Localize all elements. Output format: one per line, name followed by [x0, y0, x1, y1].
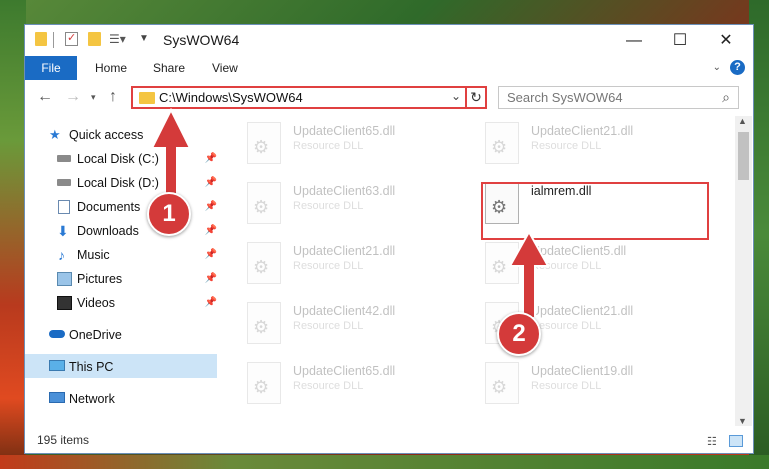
close-button[interactable]: ✕	[703, 25, 749, 56]
sidebar-item-network[interactable]: Network	[49, 388, 209, 410]
pictures-icon	[57, 272, 72, 286]
scroll-up-icon[interactable]: ▲	[738, 116, 747, 126]
recent-locations-icon[interactable]: ▾	[91, 92, 96, 103]
list-item[interactable]: ⚙ UpdateClient65.dll Resource DLL	[247, 356, 487, 410]
list-item[interactable]: ⚙ UpdateClient63.dll Resource DLL	[247, 176, 487, 230]
search-input[interactable]: Search SysWOW64 ⌕	[498, 86, 739, 109]
music-icon: ♪	[58, 247, 65, 263]
folder-icon	[139, 92, 155, 104]
search-placeholder: Search SysWOW64	[507, 90, 623, 105]
cloud-icon	[49, 330, 65, 338]
status-bar: 195 items ☷	[25, 429, 753, 453]
file-explorer-window: ✓ ☰▾ ▼ SysWOW64 — ☐ ✕ File Home Share Vi…	[24, 24, 754, 454]
forward-arrow-icon[interactable]: →	[65, 88, 81, 106]
pin-icon[interactable]: 📌	[205, 196, 217, 218]
customize-toolbar-icon[interactable]: ☰▾	[109, 32, 126, 48]
sidebar-item-videos[interactable]: Videos 📌	[57, 292, 217, 314]
vertical-scrollbar[interactable]: ▲ ▼	[735, 116, 752, 426]
dll-file-icon: ⚙	[247, 362, 281, 404]
navigation-bar: ← → ▾ ↑ C:\Windows\SysWOW64 ⌄ ↻ Search S…	[25, 80, 753, 116]
properties-icon[interactable]: ✓	[65, 32, 78, 46]
dll-file-icon: ⚙	[247, 122, 281, 164]
pin-icon[interactable]: 📌	[205, 244, 217, 266]
tab-share[interactable]: Share	[153, 56, 185, 80]
dll-file-icon: ⚙	[247, 242, 281, 284]
up-arrow-icon[interactable]: ↑	[109, 88, 117, 106]
sidebar-item-music[interactable]: ♪ Music 📌	[57, 244, 217, 266]
item-count: 195 items	[37, 433, 90, 447]
details-view-icon[interactable]: ☷	[707, 435, 721, 448]
sidebar-item-this-pc[interactable]: This PC	[49, 356, 209, 378]
search-icon[interactable]: ⌕	[722, 89, 730, 106]
large-icons-view-icon[interactable]	[729, 435, 743, 447]
tab-view[interactable]: View	[212, 56, 238, 80]
chevron-down-icon[interactable]: ⌄	[451, 89, 461, 103]
dll-file-icon: ⚙	[485, 362, 519, 404]
minimize-button[interactable]: —	[611, 25, 657, 56]
scroll-down-icon[interactable]: ▼	[738, 416, 747, 426]
list-item[interactable]: ⚙ UpdateClient65.dll Resource DLL	[247, 116, 487, 170]
download-icon: ⬇	[57, 223, 69, 239]
computer-icon	[49, 360, 65, 371]
address-path: C:\Windows\SysWOW64	[159, 90, 303, 105]
documents-icon	[58, 200, 70, 214]
dll-file-icon: ⚙	[247, 182, 281, 224]
sidebar-item-downloads[interactable]: ⬇ Downloads 📌	[57, 220, 217, 242]
chevron-down-icon[interactable]: ▼	[139, 32, 149, 48]
star-icon: ★	[49, 127, 61, 142]
callout-badge-1: 1	[147, 192, 191, 236]
list-item[interactable]: ⚙ UpdateClient42.dll Resource DLL	[247, 296, 487, 350]
pin-icon[interactable]: 📌	[205, 268, 217, 290]
list-item[interactable]: ⚙ UpdateClient21.dll Resource DLL	[247, 236, 487, 290]
new-folder-icon[interactable]	[88, 32, 101, 46]
drive-icon	[57, 155, 71, 162]
dll-file-icon: ⚙	[247, 302, 281, 344]
desktop-background-left	[0, 0, 26, 469]
sidebar-item-onedrive[interactable]: OneDrive	[49, 324, 209, 346]
list-item[interactable]: ⚙ UpdateClient21.dll Resource DLL	[485, 116, 725, 170]
desktop-background-bottom	[0, 455, 769, 469]
pin-icon[interactable]: 📌	[205, 292, 217, 314]
callout-badge-2: 2	[497, 312, 541, 356]
list-item[interactable]: ⚙ UpdateClient19.dll Resource DLL	[485, 356, 725, 410]
drive-icon	[57, 179, 71, 186]
tab-file[interactable]: File	[25, 56, 77, 80]
pin-icon[interactable]: 📌	[205, 148, 217, 170]
address-bar[interactable]: C:\Windows\SysWOW64 ⌄	[131, 86, 486, 109]
refresh-button[interactable]: ↻	[465, 86, 487, 109]
maximize-button[interactable]: ☐	[657, 25, 703, 56]
ribbon-tabs: File Home Share View ⌄ ?	[25, 56, 753, 80]
expand-ribbon-icon[interactable]: ⌄	[713, 62, 721, 73]
callout-arrow-2	[508, 230, 550, 319]
help-icon[interactable]: ?	[730, 60, 745, 75]
dll-file-icon: ⚙	[485, 122, 519, 164]
pin-icon[interactable]: 📌	[205, 220, 217, 242]
videos-icon	[57, 296, 72, 310]
scrollbar-thumb[interactable]	[738, 132, 749, 180]
separator	[53, 32, 54, 48]
sidebar-item-pictures[interactable]: Pictures 📌	[57, 268, 217, 290]
back-arrow-icon[interactable]: ←	[37, 88, 53, 106]
folder-icon	[35, 32, 47, 46]
tab-home[interactable]: Home	[95, 56, 127, 80]
pin-icon[interactable]: 📌	[205, 172, 217, 194]
file-list: ⚙ UpdateClient65.dll Resource DLL ⚙ Upda…	[247, 116, 733, 426]
title-bar: ✓ ☰▾ ▼ SysWOW64 — ☐ ✕	[25, 25, 753, 56]
window-title: SysWOW64	[163, 32, 240, 48]
network-icon	[49, 392, 65, 403]
